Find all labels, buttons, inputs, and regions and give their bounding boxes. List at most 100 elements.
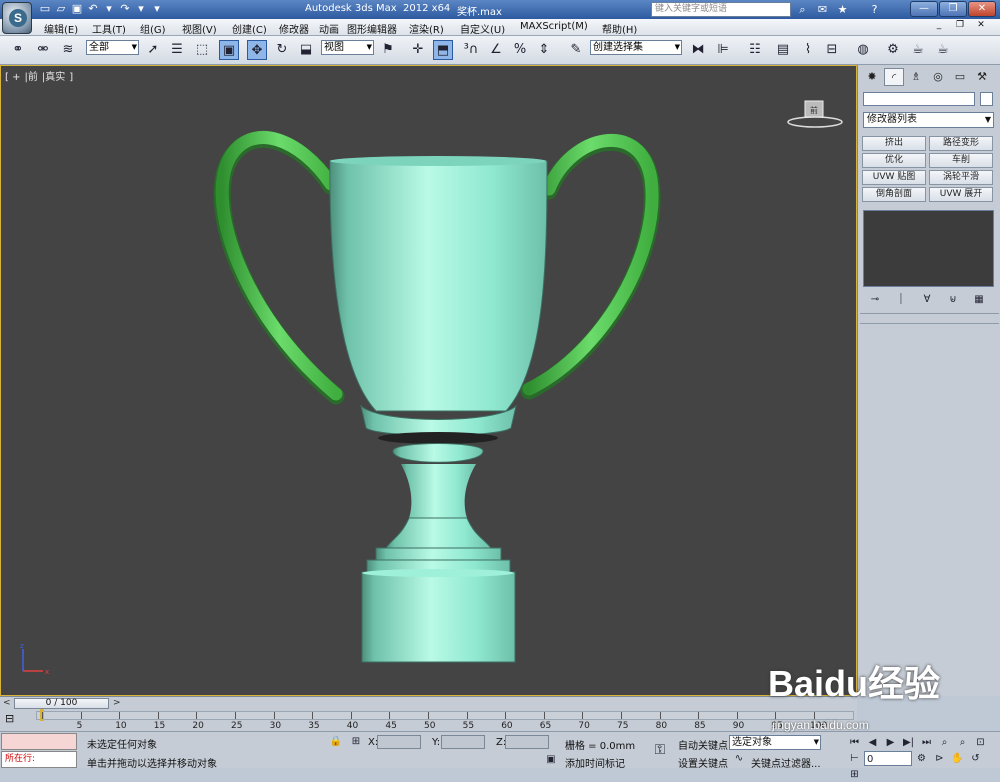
angle-snap-icon[interactable]: ∠ (486, 40, 506, 60)
modifier-stack-list[interactable] (863, 210, 994, 287)
field-of-view-icon[interactable]: ⊳ (931, 751, 948, 766)
show-end-result-icon[interactable]: ⏐ (892, 292, 910, 308)
modifier-optimize-button[interactable]: 优化 (862, 153, 926, 168)
named-selection-dropdown[interactable]: 创建选择集 (590, 40, 682, 55)
modifier-uvw-map-button[interactable]: UVW 贴图 (862, 170, 926, 185)
render-production-icon[interactable]: ☕ (933, 40, 953, 60)
menu-modifiers[interactable]: 修改器 (279, 21, 309, 36)
snaps-toggle-icon[interactable]: ³∩ (461, 40, 481, 60)
maximize-viewport-icon[interactable]: ⊞ (846, 767, 863, 782)
menu-customize[interactable]: 自定义(U) (460, 21, 505, 36)
mdi-minimize-button[interactable]: _ (930, 20, 948, 33)
pin-stack-icon[interactable]: ⊸ (866, 292, 884, 308)
object-name-field[interactable] (863, 92, 975, 106)
utilities-tab-icon[interactable]: ⚒ (972, 68, 992, 86)
zoom-extents-icon[interactable]: ⊡ (972, 735, 989, 750)
time-slider-prev-icon[interactable]: < (3, 698, 11, 708)
zoom-all-icon[interactable]: ⌕ (954, 735, 971, 750)
minimize-button[interactable]: — (910, 1, 938, 17)
mini-curve-editor-icon[interactable]: ⊟ (5, 712, 23, 726)
close-button[interactable]: ✕ (968, 1, 996, 17)
time-slider[interactable]: 0 / 100 (14, 698, 109, 709)
bind-space-warp-icon[interactable]: ≋ (58, 40, 78, 60)
mdi-close-button[interactable]: ✕ (972, 20, 990, 33)
menu-edit[interactable]: 编辑(E) (44, 21, 78, 36)
make-unique-icon[interactable]: ∀ (918, 292, 936, 308)
viewport-front[interactable]: [ + |前 |真实] 前 x z (0, 65, 857, 696)
menu-views[interactable]: 视图(V) (182, 21, 217, 36)
rendered-frame-window-icon[interactable]: ☕ (908, 40, 928, 60)
redo-icon[interactable]: ↷ (118, 2, 132, 16)
select-and-rotate-icon[interactable]: ↻ (272, 40, 292, 60)
redo-dropdown-icon[interactable]: ▾ (134, 2, 148, 16)
select-by-name-icon[interactable]: ☰ (167, 40, 187, 60)
selection-lock-icon[interactable]: 🔒 (328, 736, 344, 750)
edit-named-selection-icon[interactable]: ✎ (566, 40, 586, 60)
prev-frame-icon[interactable]: ◀ (864, 735, 881, 750)
absolute-mode-icon[interactable]: ⊞ (348, 736, 364, 750)
menu-help[interactable]: 帮助(H) (602, 21, 637, 36)
percent-snap-icon[interactable]: % (510, 40, 530, 60)
qat-more-icon[interactable]: ▾ (150, 2, 164, 16)
material-editor-icon[interactable]: ◍ (853, 40, 873, 60)
undo-dropdown-icon[interactable]: ▾ (102, 2, 116, 16)
set-key-icon[interactable]: ⚿ (649, 742, 671, 758)
next-frame-icon[interactable]: ▶| (900, 735, 917, 750)
modifier-lathe-button[interactable]: 车削 (929, 153, 993, 168)
layer-manager-icon[interactable]: ☷ (745, 40, 765, 60)
hierarchy-tab-icon[interactable]: ♗ (906, 68, 926, 86)
communication-center-icon[interactable]: ✉ (815, 2, 830, 17)
configure-modifier-sets-icon[interactable]: ▦ (970, 292, 988, 308)
select-and-manipulate-icon[interactable]: ✛ (408, 40, 428, 60)
render-setup-icon[interactable]: ⚙ (883, 40, 903, 60)
display-tab-icon[interactable]: ▭ (950, 68, 970, 86)
key-mode-toggle-icon[interactable]: ⊢ (846, 751, 863, 766)
window-crossing-icon[interactable]: ▣ (219, 40, 239, 60)
modifier-extrude-button[interactable]: 挤出 (862, 136, 926, 151)
undo-icon[interactable]: ↶ (86, 2, 100, 16)
modifier-list-dropdown[interactable]: 修改器列表 (863, 112, 994, 128)
remove-modifier-icon[interactable]: ⊌ (944, 292, 962, 308)
search-input[interactable]: 键入关键字或短语 (651, 2, 791, 17)
restore-button[interactable]: ❐ (939, 1, 967, 17)
schematic-view-icon[interactable]: ⊟ (822, 40, 842, 60)
auto-key-button[interactable]: 自动关键点 (678, 737, 728, 752)
menu-graph-editors[interactable]: 图形编辑器 (347, 21, 397, 36)
current-frame-field[interactable]: 0 (864, 751, 912, 766)
maxscript-listener-mini[interactable] (1, 733, 77, 750)
z-coordinate-field[interactable] (505, 735, 549, 749)
goto-end-icon[interactable]: ⏭ (918, 735, 935, 750)
trophy-model[interactable] (1, 66, 858, 697)
time-slider-next-icon[interactable]: > (113, 698, 121, 708)
menu-rendering[interactable]: 渲染(R) (409, 21, 444, 36)
select-and-scale-icon[interactable]: ⬓ (296, 40, 316, 60)
modifier-path-deform-button[interactable]: 路径变形 (929, 136, 993, 151)
modify-tab-icon[interactable]: ◜ (884, 68, 904, 86)
maxscript-line-label[interactable]: 所在行: (1, 751, 77, 768)
keyboard-shortcut-override-icon[interactable]: ⬒ (433, 40, 453, 60)
orbit-icon[interactable]: ↺ (967, 751, 984, 766)
modifier-bevel-profile-button[interactable]: 倒角剖面 (862, 187, 926, 202)
mdi-restore-button[interactable]: ❐ (951, 20, 969, 33)
zoom-icon[interactable]: ⌕ (936, 735, 953, 750)
pivot-center-icon[interactable]: ⚑ (378, 40, 398, 60)
select-and-move-icon[interactable]: ✥ (247, 40, 267, 60)
play-icon[interactable]: ▶ (882, 735, 899, 750)
menu-maxscript[interactable]: MAXScript(M) (520, 21, 588, 32)
motion-tab-icon[interactable]: ◎ (928, 68, 948, 86)
spinner-snap-icon[interactable]: ⇕ (534, 40, 554, 60)
modifier-turbosmooth-button[interactable]: 涡轮平滑 (929, 170, 993, 185)
binoculars-icon[interactable]: ⌕ (795, 2, 810, 17)
mirror-icon[interactable]: ⧓ (688, 40, 708, 60)
goto-start-icon[interactable]: ⏮ (846, 735, 863, 750)
align-icon[interactable]: ⊫ (713, 40, 733, 60)
rectangular-selection-icon[interactable]: ⬚ (192, 40, 212, 60)
modifier-unwrap-uvw-button[interactable]: UVW 展开 (929, 187, 993, 202)
menu-create[interactable]: 创建(C) (232, 21, 267, 36)
time-configuration-icon[interactable]: ⚙ (913, 751, 930, 766)
curve-editor-icon[interactable]: ⌇ (798, 40, 818, 60)
help-icon[interactable]: ? (867, 2, 882, 17)
menu-group[interactable]: 组(G) (140, 21, 166, 36)
select-object-icon[interactable]: ➚ (143, 40, 163, 60)
unlink-icon[interactable]: ⚮ (33, 40, 53, 60)
